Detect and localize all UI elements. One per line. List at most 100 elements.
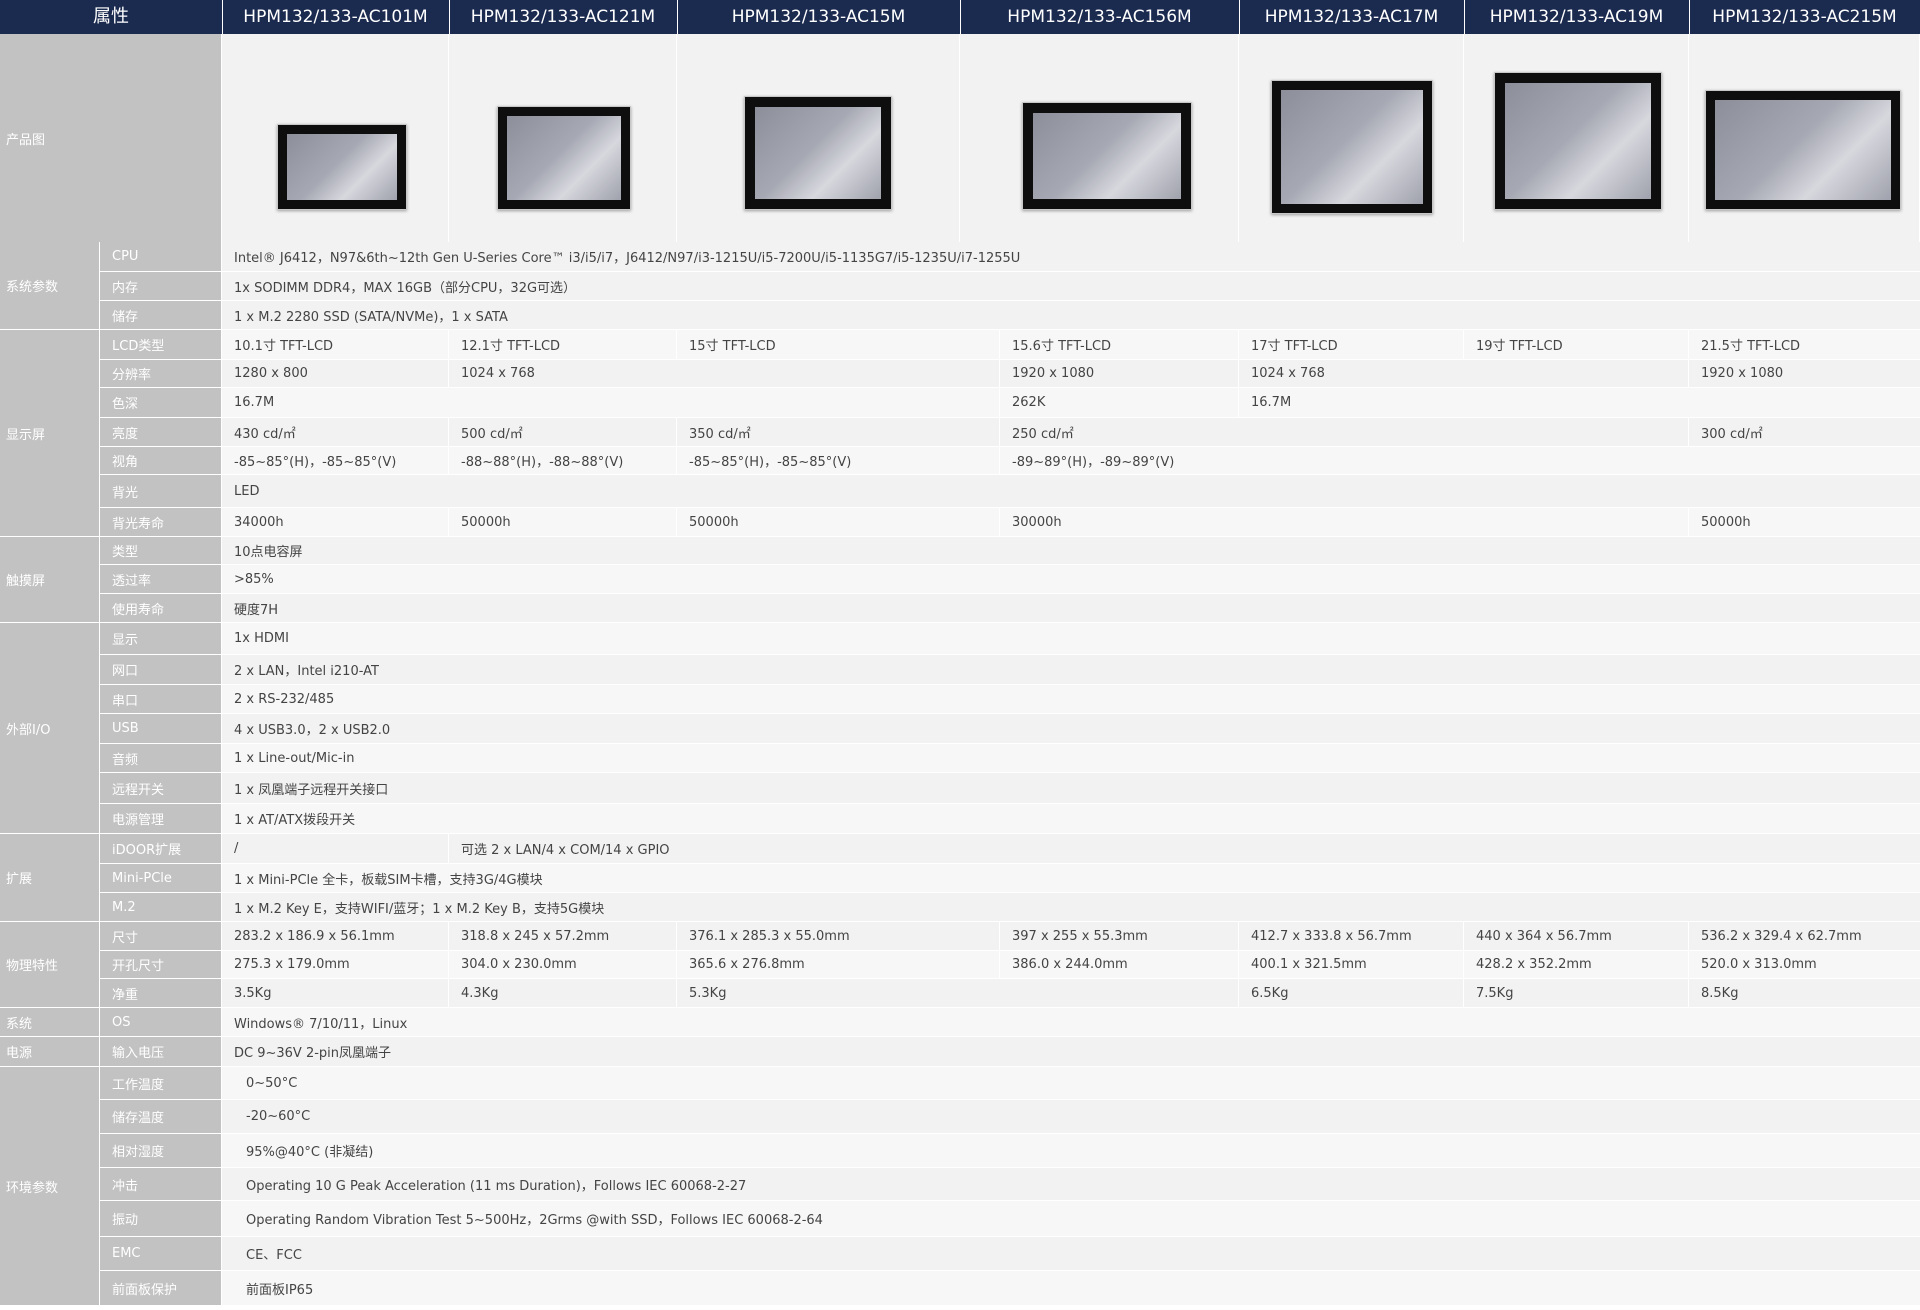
header-model-text: HPM132/133-AC15M xyxy=(731,7,906,27)
spec-value-text: 275.3 x 179.0mm xyxy=(234,957,350,972)
row-label: 网口 xyxy=(100,655,221,684)
row-label-text: LCD类型 xyxy=(112,339,165,354)
spec-value: 400.1 x 321.5mm xyxy=(1239,951,1463,978)
header-model-text: HPM132/133-AC17M xyxy=(1264,7,1439,27)
header-model: HPM132/133-AC15M xyxy=(677,0,960,34)
header-model-text: HPM132/133-AC101M xyxy=(243,7,428,27)
row-label-text: 色深 xyxy=(112,397,139,412)
display-panel xyxy=(1281,90,1423,204)
spec-value-text: 50000h xyxy=(461,514,511,530)
spec-value-text: 1 x 凤凰端子远程开关接口 xyxy=(234,782,389,798)
row-label-text: 背光寿命 xyxy=(112,516,165,532)
spec-value: 376.1 x 285.3 x 55.0mm xyxy=(677,922,999,950)
spec-value: 1280 x 800 xyxy=(222,360,448,387)
row-label: 储存 xyxy=(100,301,221,329)
spec-value-text: 前面板IP65 xyxy=(246,1282,314,1298)
spec-value: 16.7M xyxy=(1239,388,1920,417)
row-label: 冲击 xyxy=(100,1168,221,1200)
row-label: 开孔尺寸 xyxy=(100,951,221,978)
product-image-cell xyxy=(1239,34,1463,242)
panel-pc-image xyxy=(744,96,892,210)
spec-value: 50000h xyxy=(1689,508,1920,536)
spec-value-text: 283.2 x 186.9 x 56.1mm xyxy=(234,928,395,944)
display-panel xyxy=(287,134,397,200)
spec-value: 283.2 x 186.9 x 56.1mm xyxy=(222,922,448,950)
row-label-text: Mini-PCle xyxy=(112,870,172,886)
group-label: 外部I/O xyxy=(0,623,99,833)
row-label-text: 尺寸 xyxy=(112,930,139,946)
spec-value: 250 cd/㎡ xyxy=(1000,418,1688,446)
spec-value-text: Operating Random Vibration Test 5~500Hz，… xyxy=(246,1213,823,1228)
spec-value: 30000h xyxy=(1000,508,1688,536)
spec-value-text: 412.7 x 333.8 x 56.7mm xyxy=(1251,928,1412,944)
header-model: HPM132/133-AC215M xyxy=(1689,0,1920,34)
group-label-text: 外部I/O xyxy=(6,722,51,738)
spec-value-text: -20~60°C xyxy=(246,1109,311,1124)
spec-value-text: Operating 10 G Peak Acceleration (11 ms … xyxy=(246,1178,747,1194)
spec-value-text: 10点电容屏 xyxy=(234,545,303,560)
panel-pc-image xyxy=(1494,72,1662,210)
spec-value-text: CE、FCC xyxy=(246,1248,302,1263)
spec-value: 1 x Line-out/Mic-in xyxy=(222,744,1920,772)
spec-value: -89~89°(H)，-89~89°(V) xyxy=(1000,447,1920,474)
header-model: HPM132/133-AC156M xyxy=(960,0,1239,34)
spec-value-text: 7.5Kg xyxy=(1476,985,1514,1001)
spec-value-text: 318.8 x 245 x 57.2mm xyxy=(461,928,610,944)
spec-value-text: 17寸 TFT-LCD xyxy=(1251,339,1338,354)
spec-value-text: -85~85°(H)，-85~85°(V) xyxy=(234,455,397,470)
product-image-cell xyxy=(1464,34,1688,242)
header-divider xyxy=(1239,0,1240,34)
spec-value: 2 x LAN，Intel i210-AT xyxy=(222,655,1920,684)
spec-value-text: -88~88°(H)，-88~88°(V) xyxy=(461,455,624,470)
spec-value-text: 15.6寸 TFT-LCD xyxy=(1012,339,1112,354)
row-label-text: 背光 xyxy=(112,485,139,501)
spec-value-text: 1x HDMI xyxy=(234,631,289,646)
spec-value-text: 1 x Line-out/Mic-in xyxy=(234,750,355,766)
row-label-text: 透过率 xyxy=(112,573,152,589)
spec-value: 1 x M.2 Key E，支持WIFI/蓝牙；1 x M.2 Key B，支持… xyxy=(222,893,1920,921)
row-label-text: 网口 xyxy=(112,664,139,679)
spec-value-text: 2 x RS-232/485 xyxy=(234,691,335,707)
row-label: 透过率 xyxy=(100,565,221,593)
row-label: 相对湿度 xyxy=(100,1134,221,1167)
row-label: 亮度 xyxy=(100,418,221,446)
spec-value-text: 1 x Mini-PCle 全卡，板载SIM卡槽，支持3G/4G模块 xyxy=(234,872,543,888)
spec-value-text: 365.6 x 276.8mm xyxy=(689,957,805,972)
group-label-text: 显示屏 xyxy=(6,427,46,443)
spec-value-text: 50000h xyxy=(689,514,739,530)
spec-value: 15寸 TFT-LCD xyxy=(677,330,999,359)
row-label-text: USB xyxy=(112,721,139,736)
row-label: 色深 xyxy=(100,388,221,417)
spec-value: 17寸 TFT-LCD xyxy=(1239,330,1463,359)
spec-value: 34000h xyxy=(222,508,448,536)
spec-value-text: 8.5Kg xyxy=(1701,985,1739,1001)
row-label-text: 使用寿命 xyxy=(112,602,165,618)
row-label: 储存温度 xyxy=(100,1100,221,1133)
spec-value: Intel® J6412，N97&6th~12th Gen U-Series C… xyxy=(222,242,1920,271)
spec-value-text: 1920 x 1080 xyxy=(1701,366,1784,381)
group-label: 物理特性 xyxy=(0,922,99,1007)
spec-value: 19寸 TFT-LCD xyxy=(1464,330,1688,359)
product-image-cell xyxy=(222,34,448,242)
spec-value-text: 1024 x 768 xyxy=(461,366,535,381)
spec-value: 1920 x 1080 xyxy=(1000,360,1238,387)
spec-value-text: -89~89°(H)，-89~89°(V) xyxy=(1012,455,1175,470)
spec-value: 15.6寸 TFT-LCD xyxy=(1000,330,1238,359)
spec-value: 前面板IP65 xyxy=(222,1271,1920,1305)
group-label-text: 系统 xyxy=(6,1016,33,1032)
spec-value: Operating 10 G Peak Acceleration (11 ms … xyxy=(222,1168,1920,1200)
header-divider xyxy=(677,0,678,34)
spec-value-text: / xyxy=(234,841,239,856)
spec-value-text: 1920 x 1080 xyxy=(1012,366,1095,381)
header-model-text: HPM132/133-AC156M xyxy=(1007,7,1192,27)
spec-value-text: 386.0 x 244.0mm xyxy=(1012,957,1128,972)
spec-value: 6.5Kg xyxy=(1239,979,1463,1007)
header-model-text: HPM132/133-AC121M xyxy=(470,7,656,27)
group-label: 显示屏 xyxy=(0,330,99,536)
header-divider xyxy=(960,0,961,34)
spec-value-text: 16.7M xyxy=(234,395,275,410)
spec-value: 365.6 x 276.8mm xyxy=(677,951,999,978)
header-model: HPM132/133-AC121M xyxy=(449,0,677,34)
spec-table: 属性 HPM132/133-AC101M HPM132/133-AC121M HPM1… xyxy=(0,0,1920,1310)
spec-value: -20~60°C xyxy=(222,1100,1920,1133)
